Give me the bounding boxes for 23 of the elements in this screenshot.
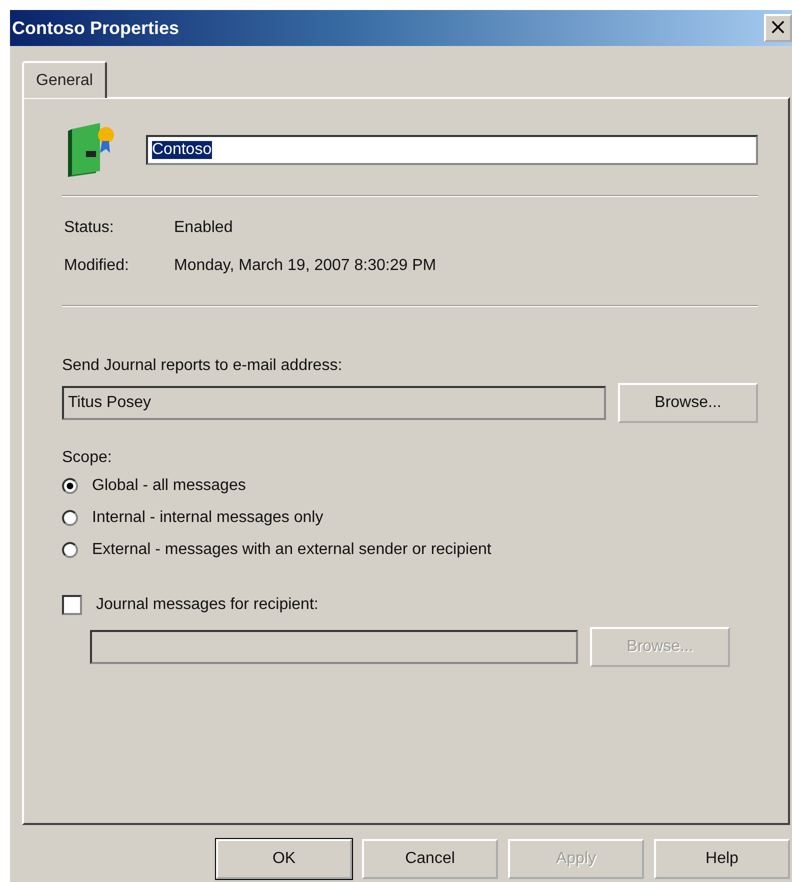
info-value: Enabled bbox=[174, 219, 233, 237]
info-label: Modified: bbox=[64, 257, 130, 275]
dialog-button[interactable]: Cancel bbox=[362, 839, 498, 879]
recipient-checkbox[interactable] bbox=[62, 595, 82, 615]
checkbox-label: Journal messages for recipient: bbox=[96, 596, 318, 614]
name-field[interactable]: Contoso bbox=[146, 135, 758, 165]
browse-button[interactable]: Browse... bbox=[618, 383, 758, 423]
scope-label: Scope: bbox=[62, 449, 113, 467]
radio-button[interactable] bbox=[62, 510, 78, 526]
dialog-button[interactable]: OK bbox=[216, 839, 352, 879]
radio-label: Global - all messages bbox=[92, 477, 246, 495]
radio-button[interactable] bbox=[62, 478, 78, 494]
address-field[interactable]: Titus Posey bbox=[62, 386, 606, 420]
info-label: Status: bbox=[64, 219, 115, 237]
radio-button[interactable] bbox=[62, 542, 78, 558]
window-title: Contoso Properties bbox=[12, 18, 180, 38]
close-button[interactable]: × bbox=[764, 14, 792, 42]
info-value: Monday, March 19, 2007 8:30:29 PM bbox=[174, 257, 436, 275]
tab[interactable]: General bbox=[22, 61, 107, 98]
dialog-button[interactable]: Help bbox=[654, 839, 790, 879]
address-label: Send Journal reports to e-mail address: bbox=[62, 357, 344, 375]
radio-label: Internal - internal messages only bbox=[92, 509, 324, 527]
radio-label: External - messages with an external sender or recipient bbox=[92, 541, 492, 559]
